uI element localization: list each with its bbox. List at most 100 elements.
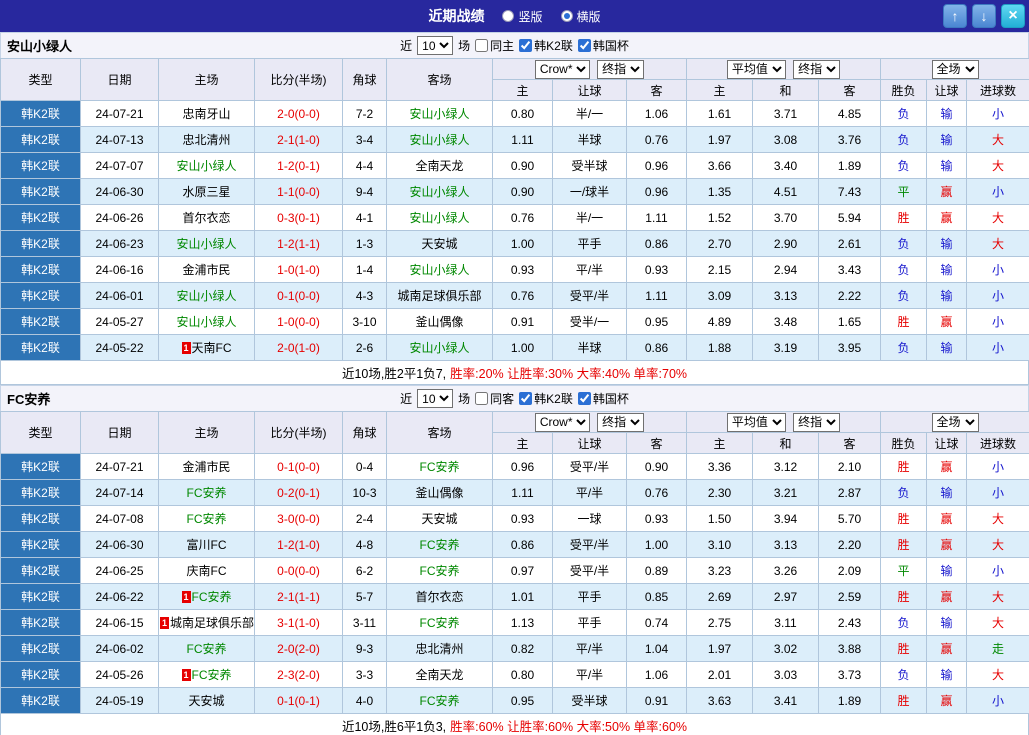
euro-home-odds: 3.10 — [686, 531, 753, 558]
radio-vertical-icon[interactable] — [502, 10, 515, 22]
euro-stage-select[interactable]: 终指 — [793, 59, 841, 79]
score-cell: 0-1(0-0) — [254, 453, 343, 480]
col-date: 日期 — [80, 411, 159, 454]
red-card-badge: 1 — [181, 342, 191, 354]
score-cell: 2-1(1-1) — [254, 583, 343, 610]
euro-away-odds: 2.20 — [817, 531, 882, 558]
handicap-home-odds: 1.00 — [492, 230, 553, 257]
handicap-home-odds: 1.13 — [492, 609, 553, 636]
handicap-away-odds: 0.90 — [626, 453, 687, 480]
move-down-button[interactable]: ↓ — [972, 4, 996, 28]
cup-checkbox[interactable] — [577, 392, 591, 405]
same-venue-filter[interactable]: 同主 — [475, 37, 514, 54]
col-score: 比分(半场) — [254, 58, 343, 101]
fullmatch-select[interactable]: 全场 — [931, 59, 979, 79]
away-team-cell: 安山小绿人 — [386, 334, 493, 361]
euro-draw-odds: 3.13 — [752, 531, 819, 558]
handicap-away-odds: 0.89 — [626, 557, 687, 584]
league-cell: 韩K2联 — [0, 609, 81, 636]
score-cell: 1-2(0-1) — [254, 152, 343, 179]
goals-result-cell: 大 — [966, 152, 1029, 179]
cup-filter[interactable]: 韩国杯 — [577, 390, 629, 407]
goals-result-cell: 小 — [966, 178, 1029, 205]
score-cell: 3-0(0-0) — [254, 505, 343, 532]
home-team-cell: FC安养 — [158, 505, 255, 532]
team-name-text: 天安城 — [188, 694, 225, 708]
handicap-line: 受平/半 — [552, 453, 627, 480]
col-result: 胜负 — [880, 432, 928, 454]
mode-vertical[interactable]: 竖版 — [502, 8, 543, 25]
bookmaker-select[interactable]: Crow* — [534, 412, 590, 432]
league-checkbox[interactable] — [519, 39, 533, 52]
recent-count-select[interactable]: 10 — [417, 36, 454, 55]
fullmatch-select[interactable]: 全场 — [931, 412, 979, 432]
goals-result-cell: 大 — [966, 583, 1029, 610]
same-venue-filter[interactable]: 同客 — [475, 390, 514, 407]
up-arrow-icon: ↑ — [951, 8, 959, 24]
handicap-line: 平手 — [552, 230, 627, 257]
asian-stage-select[interactable]: 终指 — [597, 59, 645, 79]
header-row-1: 类型 日期 主场 比分(半场) 角球 客场 Crow* 终指 平均值 终指 全场 — [0, 58, 1029, 101]
matches-label: 场 — [458, 39, 471, 53]
home-team-cell: 1 城南足球俱乐部 — [158, 609, 255, 636]
handicap-home-odds: 0.96 — [492, 453, 553, 480]
team-name-text: FC安养 — [419, 538, 460, 552]
handicap-result-cell: 赢 — [926, 531, 968, 558]
league-filter[interactable]: 韩K2联 — [519, 37, 573, 54]
away-team-cell: 釜山偶像 — [386, 308, 493, 335]
cup-filter[interactable]: 韩国杯 — [577, 37, 629, 54]
euro-draw-odds: 3.41 — [752, 687, 819, 714]
corners-cell: 3-11 — [342, 609, 387, 636]
handicap-result-cell: 输 — [926, 100, 968, 127]
col-euro-away: 客 — [817, 432, 882, 454]
asian-stage-select[interactable]: 终指 — [597, 412, 645, 432]
league-filter[interactable]: 韩K2联 — [519, 390, 573, 407]
bookmaker-select[interactable]: Crow* — [534, 59, 590, 79]
handicap-result-cell: 输 — [926, 230, 968, 257]
same-venue-checkbox[interactable] — [475, 392, 489, 405]
team-name-text: FC安养 — [186, 512, 227, 526]
handicap-line: 平/半 — [552, 661, 627, 688]
euro-draw-odds: 3.02 — [752, 635, 819, 662]
date-cell: 24-05-26 — [80, 661, 159, 688]
col-goals: 进球数 — [966, 79, 1029, 101]
handicap-line: 受平/半 — [552, 531, 627, 558]
team-name-text: 安山小绿人 — [409, 133, 470, 147]
recent-count-select[interactable]: 10 — [417, 389, 454, 408]
move-up-button[interactable]: ↑ — [943, 4, 967, 28]
team-name-text: FC安养 — [419, 694, 460, 708]
team-name-text: 城南足球俱乐部 — [397, 289, 482, 303]
handicap-home-odds: 0.76 — [492, 282, 553, 309]
league-checkbox[interactable] — [519, 392, 533, 405]
euro-draw-odds: 3.08 — [752, 126, 819, 153]
league-cell: 韩K2联 — [0, 256, 81, 283]
titlebar: 近期战绩 竖版 横版 ↑ ↓ × — [0, 0, 1029, 32]
league-cell: 韩K2联 — [0, 282, 81, 309]
cup-label: 韩国杯 — [592, 39, 629, 53]
match-result-cell: 负 — [880, 256, 928, 283]
mode-horizontal[interactable]: 横版 — [560, 8, 601, 25]
home-team-cell: 金浦市民 — [158, 453, 255, 480]
handicap-result-cell: 输 — [926, 282, 968, 309]
same-venue-checkbox[interactable] — [475, 39, 489, 52]
radio-horizontal-icon[interactable] — [560, 10, 573, 22]
away-team-cell: 首尔衣恋 — [386, 583, 493, 610]
score-cell: 2-3(2-0) — [254, 661, 343, 688]
same-venue-label: 同客 — [490, 392, 515, 406]
team-name-text: FC安养 — [186, 486, 227, 500]
close-button[interactable]: × — [1001, 4, 1025, 28]
euro-away-odds: 2.10 — [817, 453, 882, 480]
matches-label: 场 — [458, 392, 471, 406]
col-score: 比分(半场) — [254, 411, 343, 454]
average-select[interactable]: 平均值 — [726, 59, 786, 79]
euro-stage-select[interactable]: 终指 — [793, 412, 841, 432]
col-asian-home: 主 — [492, 79, 553, 101]
average-select[interactable]: 平均值 — [726, 412, 786, 432]
league-cell: 韩K2联 — [0, 204, 81, 231]
header-row-1: 类型 日期 主场 比分(半场) 角球 客场 Crow* 终指 平均值 终指 全场 — [0, 411, 1029, 454]
corners-cell: 1-3 — [342, 230, 387, 257]
cup-checkbox[interactable] — [577, 39, 591, 52]
col-asian-handicap: 让球 — [552, 432, 627, 454]
col-euro-home: 主 — [686, 432, 753, 454]
summary-row: 近10场,胜6平1负3, 胜率:60% 让胜率:60% 大率:50% 单率:60… — [0, 714, 1029, 735]
